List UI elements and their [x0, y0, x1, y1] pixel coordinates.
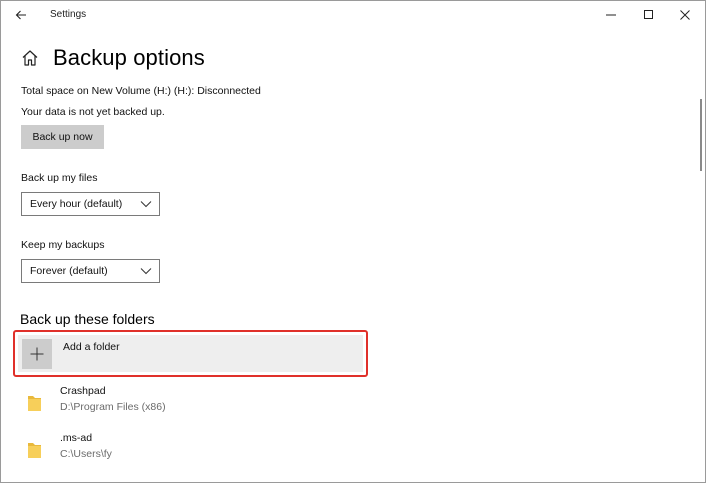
folders-section-title: Back up these folders [20, 311, 155, 327]
back-button[interactable] [9, 5, 33, 25]
add-folder-label: Add a folder [63, 341, 120, 353]
folder-path: C:\Users\fy [60, 448, 112, 460]
folder-list-item[interactable]: .ms-ad C:\Users\fy [21, 432, 351, 472]
minimize-button[interactable] [596, 5, 626, 25]
plus-tile [22, 339, 52, 369]
page-title: Backup options [53, 45, 205, 71]
plus-icon [30, 347, 44, 361]
arrow-left-icon [15, 10, 27, 20]
folder-icon [27, 393, 43, 413]
folder-name: Crashpad [60, 385, 106, 397]
add-folder-button[interactable]: Add a folder [18, 335, 363, 372]
scrollbar[interactable] [700, 99, 702, 171]
minimize-icon [606, 10, 616, 20]
keep-backups-dropdown[interactable]: Forever (default) [21, 259, 160, 283]
maximize-button[interactable] [634, 5, 664, 25]
folder-list-item[interactable]: Crashpad D:\Program Files (x86) [21, 385, 351, 425]
keep-backups-value: Forever (default) [22, 265, 140, 277]
keep-backups-label: Keep my backups [21, 239, 104, 251]
home-icon[interactable] [21, 49, 39, 67]
chevron-down-icon [140, 267, 152, 275]
backup-status-text: Your data is not yet backed up. [21, 106, 165, 118]
page-header: Backup options [21, 45, 205, 71]
folder-name: .ms-ad [60, 432, 92, 444]
total-space-text: Total space on New Volume (H:) (H:): Dis… [21, 85, 261, 97]
title-bar: Settings [1, 1, 705, 31]
settings-window: Settings Backup options Total space on N… [0, 0, 706, 483]
backup-frequency-label: Back up my files [21, 172, 97, 184]
folder-path: D:\Program Files (x86) [60, 401, 166, 413]
add-folder-highlight: Add a folder [13, 330, 368, 377]
close-button[interactable] [670, 5, 700, 25]
maximize-icon [644, 10, 654, 20]
folder-icon [27, 440, 43, 460]
close-icon [680, 10, 690, 20]
backup-frequency-value: Every hour (default) [22, 198, 140, 210]
chevron-down-icon [140, 200, 152, 208]
backup-frequency-dropdown[interactable]: Every hour (default) [21, 192, 160, 216]
window-title: Settings [50, 9, 86, 20]
back-up-now-button[interactable]: Back up now [21, 125, 104, 149]
